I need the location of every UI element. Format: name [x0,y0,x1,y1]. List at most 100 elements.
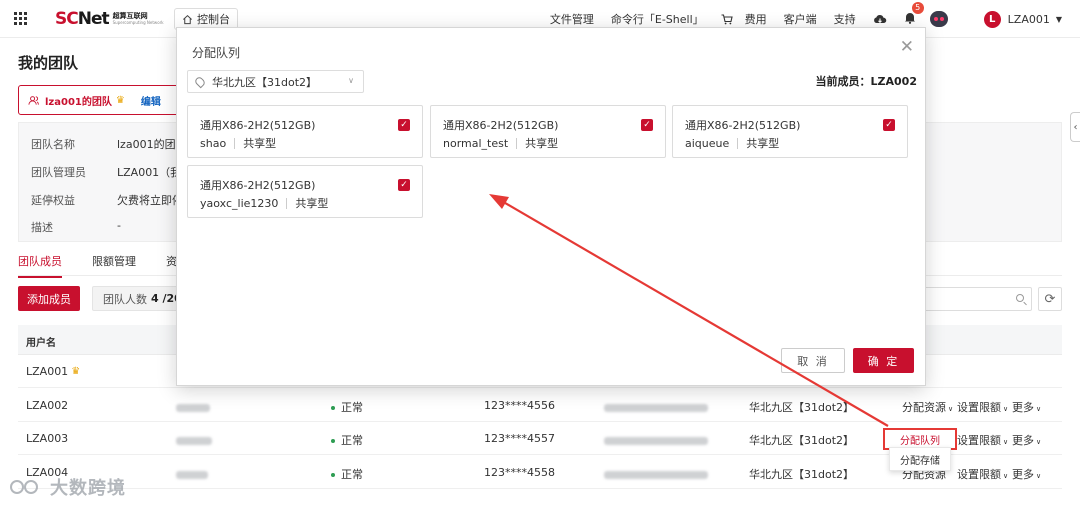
status-text: 正常 [341,401,363,414]
nav-client[interactable]: 客户端 [784,11,817,27]
queue-title: 通用X86-2H2(512GB) [443,119,559,132]
cell-status: 正常 [331,399,363,415]
queue-name: yaoxc_lie1230 [200,196,279,210]
queue-title: 通用X86-2H2(512GB) [200,119,316,132]
queue-checkbox[interactable]: ✓ [883,119,895,131]
edit-team-link[interactable]: 编辑 [141,93,161,108]
queue-checkbox[interactable]: ✓ [641,119,653,131]
action-label: 更多 [1012,468,1034,481]
info-row-name: 团队名称 lza001的团队 [31,136,187,152]
cell-region: 华北九区【31dot2】 [749,401,855,414]
cell-phone: 123****4558 [484,466,555,479]
notification-bell[interactable]: 5 [904,2,924,27]
cell-region: 华北九区【31dot2】 [749,468,855,481]
dialog-title: 分配队列 [192,46,241,60]
region-select[interactable]: 华北九区【31dot2】 ∨ [187,70,364,93]
nav-file-manager[interactable]: 文件管理 [550,11,594,27]
queue-checkbox[interactable]: ✓ [398,119,410,131]
cell-status: 正常 [331,466,363,482]
search-input[interactable] [915,287,1032,311]
cancel-button[interactable]: 取 消 [781,348,845,373]
team-card[interactable]: lza001的团队 ♛ 编辑 [18,85,183,115]
user-name: LZA001 [1007,12,1050,26]
search-icon [1016,294,1024,302]
cell-user: LZA001 ♛ [26,365,80,378]
refresh-icon: ⟳ [1044,291,1056,307]
masked-email [604,435,708,448]
queue-card[interactable]: 通用X86-2H2(512GB) normal_test 共享型 ✓ [430,105,666,158]
apps-grid-icon[interactable] [14,12,27,25]
action-more[interactable]: 更多 ∨ [1012,466,1041,482]
menu-item-allocate-storage[interactable]: 分配存储 [889,447,951,471]
info-value: LZA001（我 [117,166,182,179]
confirm-button[interactable]: 确 定 [853,348,914,373]
action-more[interactable]: 更多 ∨ [1012,432,1041,448]
info-row-desc: 描述 - [31,219,121,235]
cart-icon[interactable] [721,13,733,25]
masked-email [604,402,708,415]
action-label: 分配资源 [902,401,946,414]
refresh-button[interactable]: ⟳ [1038,287,1062,311]
cloud-download-icon[interactable] [873,14,887,25]
info-row-rights: 延停权益 欠费将立即停 [31,192,183,208]
action-label: 设置限额 [957,468,1001,481]
page-title: 我的团队 [18,54,79,72]
info-label: 描述 [31,221,53,234]
info-value: 欠费将立即停 [117,194,183,207]
logo-text-sc: SC [55,9,79,29]
watermark-logo-icon [8,475,46,499]
current-member: 当前成员：LZA002 [815,75,917,88]
queue-name: normal_test [443,136,509,150]
queue-type: 共享型 [746,137,780,150]
queue-card[interactable]: 通用X86-2H2(512GB) aiqueue 共享型 ✓ [672,105,908,158]
queue-card[interactable]: 通用X86-2H2(512GB) shao 共享型 ✓ [187,105,423,158]
table-row: LZA002 正常 123****4556 华北九区【31dot2】 分配资源 ∨… [18,389,1062,422]
logo-subtitle-en: Supercomputing Network [112,20,164,25]
queue-type: 共享型 [243,137,277,150]
info-label: 团队管理员 [31,166,86,179]
action-label: 更多 [1012,401,1034,414]
scnet-logo[interactable]: SCNet 超算互联网 Supercomputing Network [55,8,164,30]
cell-user: LZA003 [26,432,69,445]
cell-status: 正常 [331,432,363,448]
masked-name [176,469,208,482]
action-set-quota[interactable]: 设置限额 ∨ [957,399,1008,415]
masked-email [604,469,708,482]
info-label: 团队名称 [31,138,75,151]
side-panel-handle[interactable]: ‹ [1070,112,1080,142]
info-row-admin: 团队管理员 LZA001（我 [31,164,181,180]
status-text: 正常 [341,434,363,447]
action-set-quota[interactable]: 设置限额 ∨ [957,466,1008,482]
crown-icon: ♛ [115,94,125,106]
col-user: 用户名 [26,338,56,349]
add-member-button[interactable]: 添加成员 [18,286,80,311]
team-name: lza001的团队 [45,96,112,108]
status-text: 正常 [341,468,363,481]
info-label: 延停权益 [31,194,75,207]
ai-assistant-icon[interactable] [929,11,948,27]
watermark-text: 大数跨境 [50,478,126,499]
user-menu[interactable]: L LZA001 ▼ [983,10,1062,28]
location-pin-icon [193,75,207,88]
action-set-quota[interactable]: 设置限额 ∨ [957,432,1008,448]
queue-type: 共享型 [525,137,559,150]
masked-name [176,402,210,415]
action-label: 设置限额 [957,401,1001,414]
notification-badge: 5 [911,2,924,14]
home-icon [183,14,192,24]
nav-support[interactable]: 支持 [834,11,856,27]
action-allocate-resource[interactable]: 分配资源 ∨ [902,399,953,415]
cell-phone: 123****4556 [484,399,555,412]
queue-card[interactable]: 通用X86-2H2(512GB) yaoxc_lie1230 共享型 ✓ [187,165,423,218]
nav-eshell[interactable]: 命令行「E-Shell」 [611,11,704,27]
crown-icon: ♛ [71,366,81,377]
cell-phone: 123****4557 [484,432,555,445]
action-more[interactable]: 更多 ∨ [1012,399,1041,415]
info-value: - [117,219,121,232]
masked-name [176,435,212,448]
queue-checkbox[interactable]: ✓ [398,179,410,191]
team-icon [28,95,39,105]
close-icon[interactable]: ✕ [900,39,914,56]
region-value: 华北九区【31dot2】 [212,75,318,89]
nav-billing[interactable]: 费用 [745,11,767,27]
